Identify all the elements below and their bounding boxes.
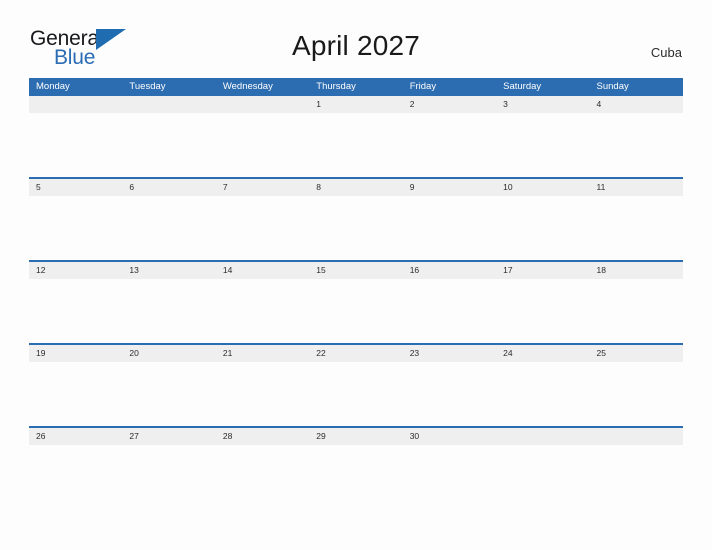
day-note-cell[interactable] [590,445,683,509]
day-number[interactable]: 27 [122,428,215,445]
day-note-cell[interactable] [216,196,309,260]
day-note-cell[interactable] [216,279,309,343]
day-note-cell[interactable] [29,362,122,426]
week-date-band: 26 27 28 29 30 [29,426,683,445]
day-number[interactable]: 25 [590,345,683,362]
week-note-area [29,279,683,343]
day-note-cell[interactable] [403,279,496,343]
day-number[interactable]: 10 [496,179,589,196]
day-note-cell[interactable] [309,279,402,343]
week-note-area [29,445,683,509]
day-number[interactable] [122,96,215,113]
day-number[interactable] [496,428,589,445]
day-note-cell[interactable] [403,196,496,260]
day-number[interactable]: 24 [496,345,589,362]
day-note-cell[interactable] [29,445,122,509]
day-number[interactable]: 22 [309,345,402,362]
day-number[interactable]: 15 [309,262,402,279]
day-number[interactable] [590,428,683,445]
day-note-cell[interactable] [403,113,496,177]
day-note-cell[interactable] [590,113,683,177]
day-number[interactable]: 3 [496,96,589,113]
calendar-week-row: 26 27 28 29 30 [29,426,683,509]
day-number[interactable]: 30 [403,428,496,445]
day-note-cell[interactable] [309,113,402,177]
weekday-header-saturday: Saturday [503,81,542,92]
day-note-cell[interactable] [496,113,589,177]
page-title: April 2027 [291,30,421,61]
day-note-cell[interactable] [309,362,402,426]
calendar-page: General Blue April 2027 Cuba Monday Tues… [0,0,712,550]
week-date-band: 5 6 7 8 9 10 11 [29,177,683,196]
weekday-header-thursday: Thursday [316,81,356,92]
day-note-cell[interactable] [403,445,496,509]
day-note-cell[interactable] [496,362,589,426]
day-note-cell[interactable] [216,445,309,509]
day-note-cell[interactable] [216,113,309,177]
weekday-header-wednesday: Wednesday [222,81,273,92]
day-number[interactable]: 1 [309,96,402,113]
day-note-cell[interactable] [29,279,122,343]
day-note-cell[interactable] [496,196,589,260]
day-number[interactable]: 7 [216,179,309,196]
week-date-band: 19 20 21 22 23 24 25 [29,343,683,362]
weekday-header-monday: Monday [36,81,70,92]
page-header: General Blue April 2027 Cuba [0,0,712,78]
calendar-week-row: 19 20 21 22 23 24 25 [29,343,683,426]
calendar-week-row: 1 2 3 4 [29,96,683,177]
day-note-cell[interactable] [122,445,215,509]
day-note-cell[interactable] [122,113,215,177]
weekday-header-sunday: Sunday [596,81,629,92]
week-note-area [29,113,683,177]
day-number[interactable]: 18 [590,262,683,279]
day-note-cell[interactable] [122,362,215,426]
day-number[interactable]: 2 [403,96,496,113]
calendar-grid: Monday Tuesday Wednesday Thursday Friday… [29,78,683,509]
day-note-cell[interactable] [309,445,402,509]
country-label: Cuba [650,45,682,60]
day-number[interactable]: 17 [496,262,589,279]
day-number[interactable]: 6 [122,179,215,196]
weekday-header-friday: Friday [409,81,437,92]
day-note-cell[interactable] [309,196,402,260]
day-note-cell[interactable] [590,279,683,343]
day-number[interactable] [216,96,309,113]
day-note-cell[interactable] [29,196,122,260]
day-note-cell[interactable] [122,196,215,260]
day-number[interactable]: 16 [403,262,496,279]
day-note-cell[interactable] [216,362,309,426]
day-number[interactable]: 29 [309,428,402,445]
day-number[interactable]: 21 [216,345,309,362]
day-number[interactable]: 8 [309,179,402,196]
week-date-band: 12 13 14 15 16 17 18 [29,260,683,279]
weekday-header-tuesday: Tuesday [129,81,166,92]
day-number[interactable]: 23 [403,345,496,362]
day-note-cell[interactable] [122,279,215,343]
calendar-week-row: 5 6 7 8 9 10 11 [29,177,683,260]
day-note-cell[interactable] [590,196,683,260]
day-number[interactable]: 26 [29,428,122,445]
calendar-week-row: 12 13 14 15 16 17 18 [29,260,683,343]
weekday-header-row: Monday Tuesday Wednesday Thursday Friday… [29,78,683,96]
day-number[interactable]: 20 [122,345,215,362]
day-number[interactable]: 19 [29,345,122,362]
day-number[interactable]: 9 [403,179,496,196]
week-note-area [29,362,683,426]
day-number[interactable]: 13 [122,262,215,279]
day-number[interactable]: 11 [590,179,683,196]
week-date-band: 1 2 3 4 [29,96,683,113]
day-number[interactable]: 12 [29,262,122,279]
day-number[interactable]: 4 [590,96,683,113]
day-number[interactable]: 14 [216,262,309,279]
day-note-cell[interactable] [496,279,589,343]
day-number[interactable] [29,96,122,113]
day-note-cell[interactable] [496,445,589,509]
week-note-area [29,196,683,260]
day-note-cell[interactable] [403,362,496,426]
day-number[interactable]: 5 [29,179,122,196]
day-note-cell[interactable] [590,362,683,426]
day-number[interactable]: 28 [216,428,309,445]
day-note-cell[interactable] [29,113,122,177]
